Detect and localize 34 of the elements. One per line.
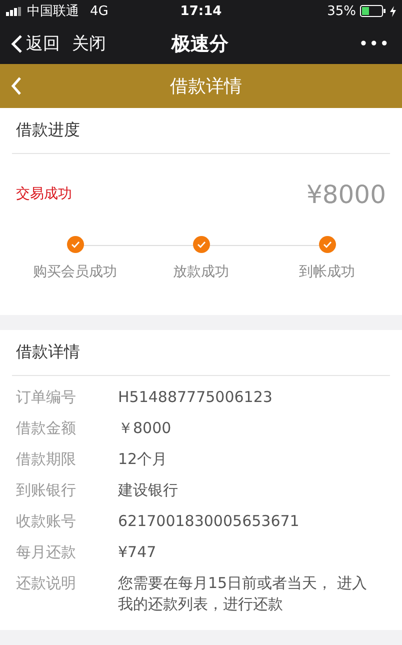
- step-label: 购买会员成功: [33, 263, 117, 281]
- battery-icon: [360, 5, 386, 18]
- detail-label: 借款期限: [16, 449, 77, 470]
- more-button[interactable]: •••: [358, 34, 390, 54]
- loan-amount: ¥8000: [306, 180, 386, 208]
- charging-icon: [390, 6, 396, 17]
- clock-time: 17:14: [180, 4, 222, 19]
- close-button[interactable]: 关闭: [72, 32, 106, 56]
- detail-value: H514887775006123: [118, 387, 274, 408]
- section-title: 借款详情: [12, 330, 390, 376]
- detail-value: 12个月: [118, 449, 168, 470]
- detail-label: 订单编号: [16, 387, 77, 408]
- battery-percent: 35%: [327, 4, 356, 19]
- detail-label: 还款说明: [16, 573, 77, 594]
- detail-value: 建设银行: [118, 480, 179, 501]
- detail-label: 借款金额: [16, 418, 77, 439]
- transaction-status: 交易成功: [16, 185, 72, 203]
- back-button[interactable]: 返回: [10, 32, 60, 56]
- detail-label: 到账银行: [16, 480, 77, 501]
- detail-value: 您需要在每月15日前或者当天， 进入我的还款列表，进行还款: [118, 573, 368, 615]
- signal-icon: [6, 6, 22, 16]
- detail-label: 收款账号: [16, 511, 77, 532]
- page-title: 借款详情: [169, 75, 243, 98]
- step-label: 放款成功: [173, 263, 229, 281]
- network-type: 4G: [90, 4, 108, 19]
- detail-value: ¥747: [118, 542, 158, 563]
- detail-value: 6217001830005653671: [118, 511, 300, 532]
- step-label: 到帐成功: [299, 263, 355, 281]
- carrier-name: 中国联通: [27, 3, 79, 20]
- chevron-left-icon: [10, 34, 23, 54]
- section-title: 借款进度: [12, 108, 390, 154]
- app-title: 极速分: [172, 32, 228, 57]
- detail-value: ￥8000: [118, 418, 172, 439]
- detail-label: 每月还款: [16, 542, 77, 563]
